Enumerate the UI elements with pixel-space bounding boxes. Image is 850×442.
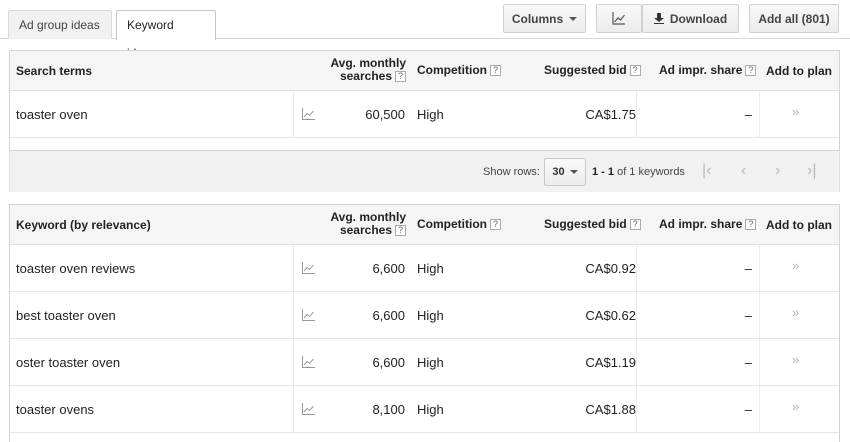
page-range: 1 - 1 of 1 keywords — [592, 166, 685, 178]
trend-chart-icon[interactable] — [302, 262, 315, 274]
first-page-icon[interactable]: |‹ — [702, 163, 711, 179]
table-header: Keyword (by relevance) Avg. monthly sear… — [10, 205, 839, 245]
header-add-to-plan: Add to plan — [766, 64, 832, 78]
header-keyword-by-relevance[interactable]: Keyword (by relevance) — [16, 218, 151, 232]
header-avg-line2: searches — [339, 223, 392, 237]
row-impr-share: – — [744, 308, 752, 323]
row-competition: High — [417, 308, 444, 323]
columns-label: Columns — [511, 11, 564, 26]
tab-keyword-ideas[interactable]: Keyword ideas — [116, 10, 216, 60]
prev-page-icon[interactable]: ‹ — [741, 163, 746, 179]
row-impr-share: – — [744, 107, 752, 122]
header-avg-line1: Avg. monthly — [330, 210, 406, 224]
help-icon[interactable]: ? — [490, 219, 501, 231]
help-icon[interactable]: ? — [490, 65, 501, 77]
row-impr-share: – — [744, 261, 752, 276]
add-to-plan-icon[interactable]: » — [792, 352, 799, 367]
chevron-down-icon — [569, 16, 578, 21]
trend-chart-icon[interactable] — [302, 403, 315, 415]
download-icon — [653, 13, 664, 24]
row-avg-searches: 6,600 — [372, 355, 405, 370]
row-term: best toaster oven — [16, 308, 116, 323]
help-icon[interactable]: ? — [745, 219, 757, 231]
pagination-bar: Show rows: 30 1 - 1 of 1 keywords |‹ ‹ ›… — [9, 151, 840, 192]
keyword-ideas-table: Keyword (by relevance) Avg. monthly sear… — [9, 204, 840, 442]
row-competition: High — [417, 402, 444, 417]
row-suggested-bid[interactable]: CA$0.92 — [540, 261, 636, 276]
row-avg-searches: 6,600 — [372, 308, 405, 323]
last-page-icon[interactable]: ›| — [807, 163, 816, 179]
page-range-rest: of 1 keywords — [614, 166, 685, 178]
row-term: toaster oven reviews — [16, 261, 136, 276]
add-to-plan-icon[interactable]: » — [792, 104, 799, 119]
header-bid-label: Suggested bid — [544, 63, 627, 77]
show-rows-label: Show rows: — [483, 166, 540, 178]
row-avg-searches: 60,500 — [365, 107, 405, 122]
row-suggested-bid[interactable]: CA$1.19 — [540, 355, 636, 370]
header-competition-label: Competition — [417, 63, 487, 77]
help-icon[interactable]: ? — [395, 225, 406, 237]
row-avg-searches: 6,600 — [372, 261, 405, 276]
table-header: Search terms Avg. monthly searches? Comp… — [10, 51, 839, 91]
header-avg-line2: searches — [339, 69, 392, 83]
help-icon[interactable]: ? — [629, 219, 641, 231]
rows-per-page-select[interactable]: 30 — [544, 158, 586, 186]
header-impr-label: Ad impr. share — [659, 63, 743, 77]
table-row: toaster ovens 8,100 High CA$1.88 – » — [10, 386, 839, 433]
add-to-plan-icon[interactable]: » — [792, 305, 799, 320]
table-row: toaster oven reviews 6,600 High CA$0.92 … — [10, 245, 839, 292]
header-avg-monthly-searches[interactable]: Avg. monthly searches? — [322, 57, 406, 83]
row-suggested-bid[interactable]: CA$1.88 — [540, 402, 636, 417]
row-term: toaster oven — [16, 107, 88, 122]
trend-chart-icon[interactable] — [302, 108, 315, 120]
row-impr-share: – — [744, 402, 752, 417]
header-suggested-bid[interactable]: Suggested bid? — [544, 63, 641, 77]
add-to-plan-icon[interactable]: » — [792, 258, 799, 273]
help-icon[interactable]: ? — [395, 71, 406, 83]
line-chart-icon — [612, 12, 625, 25]
next-page-icon[interactable]: › — [775, 163, 780, 179]
download-label: Download — [669, 11, 728, 26]
header-avg-monthly-searches[interactable]: Avg. monthly searches? — [322, 211, 406, 237]
header-competition[interactable]: Competition? — [417, 217, 501, 231]
header-search-terms[interactable]: Search terms — [16, 64, 92, 78]
trend-chart-icon[interactable] — [302, 356, 315, 368]
trend-chart-icon[interactable] — [302, 309, 315, 321]
header-add-to-plan: Add to plan — [766, 218, 832, 232]
search-terms-table: Search terms Avg. monthly searches? Comp… — [9, 50, 840, 151]
row-term: toaster ovens — [16, 402, 95, 417]
page-range-bold: 1 - 1 — [592, 166, 615, 178]
header-suggested-bid[interactable]: Suggested bid? — [544, 217, 641, 231]
top-bar: Ad group ideas Keyword ideas Columns Dow… — [0, 0, 850, 60]
row-term: oster toaster oven — [16, 355, 121, 370]
add-to-plan-icon[interactable]: » — [792, 399, 799, 414]
header-impr-label: Ad impr. share — [659, 217, 743, 231]
chevron-down-icon — [569, 170, 578, 174]
rows-per-page-value: 30 — [552, 166, 565, 178]
header-ad-impr-share[interactable]: Ad impr. share? — [659, 217, 757, 231]
help-icon[interactable]: ? — [745, 65, 757, 77]
row-avg-searches: 8,100 — [372, 402, 405, 417]
download-button[interactable]: Download — [642, 4, 739, 33]
columns-button[interactable]: Columns — [503, 4, 586, 33]
row-impr-share: – — [744, 355, 752, 370]
row-suggested-bid[interactable]: CA$1.75 — [540, 107, 636, 122]
table-row: oster toaster oven 6,600 High CA$1.19 – … — [10, 339, 839, 386]
add-all-button[interactable]: Add all (801) — [749, 4, 839, 33]
header-avg-line1: Avg. monthly — [330, 56, 406, 70]
tab-ad-group-ideas[interactable]: Ad group ideas — [8, 10, 112, 39]
row-competition: High — [417, 107, 444, 122]
header-ad-impr-share[interactable]: Ad impr. share? — [659, 63, 757, 77]
header-competition-label: Competition — [417, 217, 487, 231]
chart-toggle-button[interactable] — [596, 4, 642, 33]
row-competition: High — [417, 261, 444, 276]
table-row: toaster oven 60,500 High CA$1.75 – » — [10, 91, 839, 138]
table-row: best toaster oven 6,600 High CA$0.62 – » — [10, 292, 839, 339]
header-bid-label: Suggested bid — [544, 217, 627, 231]
help-icon[interactable]: ? — [629, 65, 641, 77]
header-competition[interactable]: Competition? — [417, 63, 501, 77]
row-competition: High — [417, 355, 444, 370]
row-suggested-bid[interactable]: CA$0.62 — [540, 308, 636, 323]
